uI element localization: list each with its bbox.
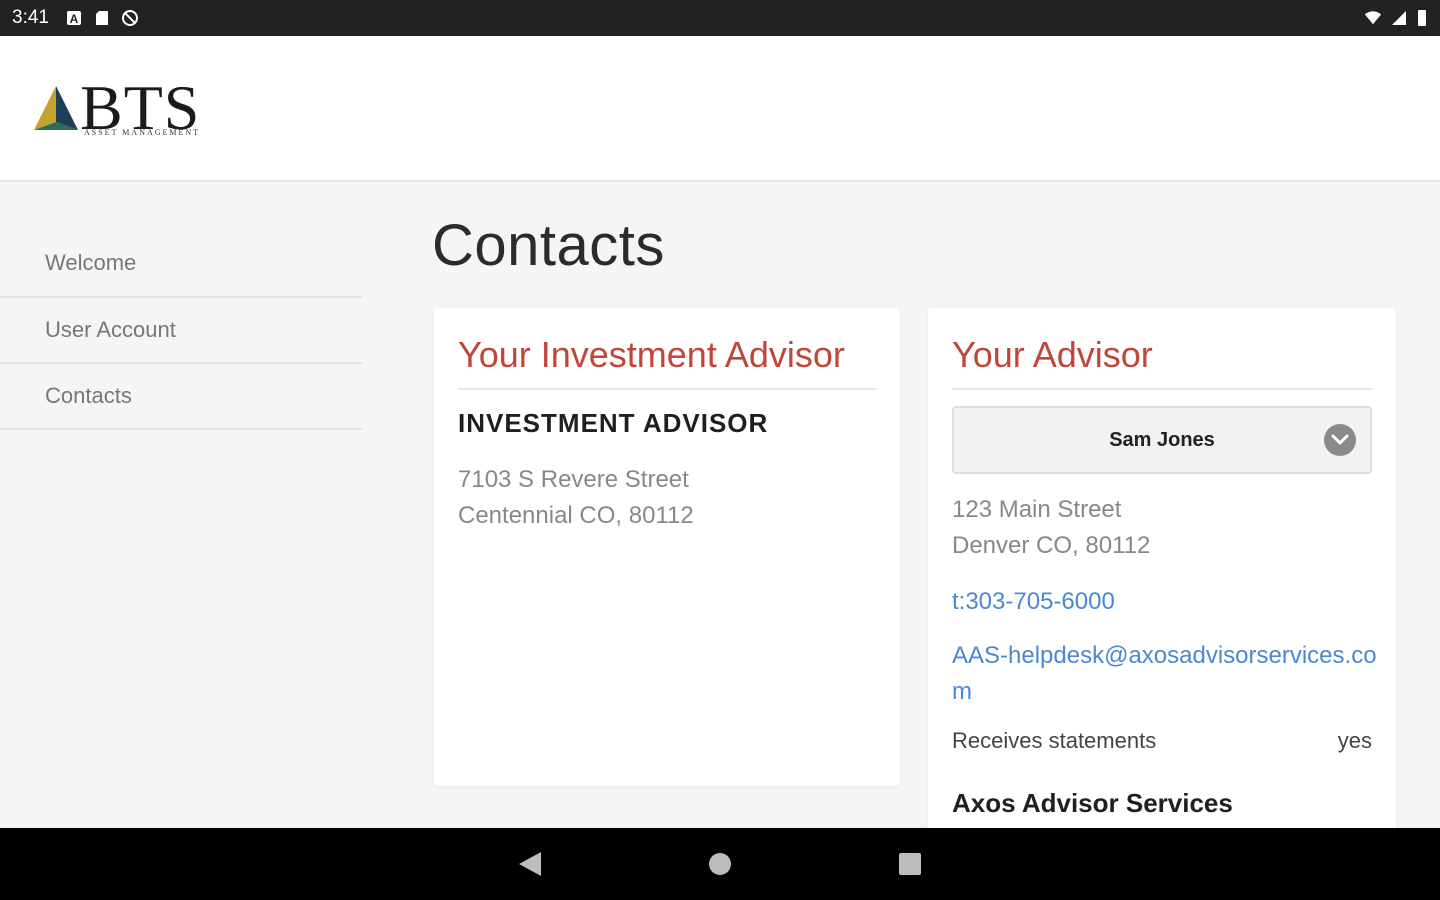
advisor-card: Your Advisor Sam Jones 123 Main Street D…: [928, 308, 1396, 838]
advisor-address-line-1: 123 Main Street: [952, 496, 1122, 523]
app-header: BTS ASSET MANAGEMENT: [0, 36, 1440, 182]
no-sync-icon: [121, 10, 138, 26]
receives-statements-row: Receives statements yes: [952, 728, 1372, 754]
recents-button[interactable]: [890, 844, 930, 884]
logo-subtext: ASSET MANAGEMENT: [84, 128, 201, 137]
page-title: Contacts: [432, 213, 665, 278]
sidebar-item-welcome[interactable]: Welcome: [0, 230, 362, 298]
investment-advisor-card: Your Investment Advisor INVESTMENT ADVIS…: [434, 308, 900, 786]
battery-icon: [1418, 10, 1426, 26]
address-line-2: Centennial CO, 80112: [458, 502, 694, 529]
advisor-heading: Your Advisor: [952, 334, 1372, 390]
back-triangle-icon: [519, 852, 541, 876]
sidebar-item-user-account[interactable]: User Account: [0, 298, 362, 364]
cell-signal-icon: [1392, 11, 1406, 25]
advisor-select-value: Sam Jones: [1109, 428, 1215, 451]
sidebar-item-contacts[interactable]: Contacts: [0, 364, 362, 430]
advisor-phone-link[interactable]: t:303-705-6000: [952, 584, 1115, 620]
address-line-1: 7103 S Revere Street: [458, 466, 689, 493]
home-circle-icon: [709, 853, 731, 875]
home-button[interactable]: [700, 844, 740, 884]
wifi-icon: [1364, 11, 1382, 25]
recents-square-icon: [899, 853, 921, 875]
system-icons: [1364, 9, 1428, 27]
advisor-address-line-2: Denver CO, 80112: [952, 532, 1151, 559]
notification-icons: A: [65, 9, 139, 27]
investment-advisor-heading: Your Investment Advisor: [458, 334, 876, 390]
bts-logo[interactable]: BTS ASSET MANAGEMENT: [32, 76, 212, 146]
back-button[interactable]: [510, 844, 550, 884]
investment-advisor-name: INVESTMENT ADVISOR: [458, 408, 769, 438]
advisor-select-dropdown[interactable]: Sam Jones: [952, 406, 1372, 474]
investment-advisor-address: 7103 S Revere Street Centennial CO, 8011…: [458, 462, 694, 534]
receives-statements-label: Receives statements: [952, 728, 1157, 753]
advisor-firm-name: Axos Advisor Services: [952, 788, 1233, 818]
sd-card-icon: [95, 11, 108, 25]
sidebar-nav: Welcome User Account Contacts: [0, 230, 362, 430]
notification-a-icon: A: [66, 11, 81, 26]
svg-text:A: A: [70, 12, 79, 26]
bts-logo-mark-icon: [34, 86, 78, 130]
status-time: 3:41: [12, 7, 49, 28]
chevron-down-icon[interactable]: [1324, 424, 1356, 456]
system-nav-bar: [0, 828, 1440, 900]
advisor-address: 123 Main Street Denver CO, 80112: [952, 492, 1150, 564]
advisor-email-link[interactable]: AAS-helpdesk@axosadvisorservices.com: [952, 638, 1382, 710]
receives-statements-value: yes: [1337, 728, 1372, 753]
status-bar: 3:41 A: [0, 0, 1440, 36]
